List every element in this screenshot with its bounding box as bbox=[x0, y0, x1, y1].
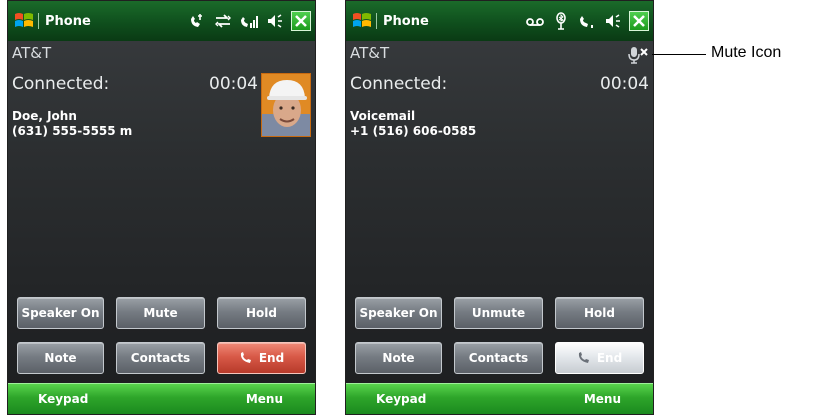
phone-icon bbox=[578, 352, 589, 363]
hold-button[interactable]: Hold bbox=[555, 297, 644, 329]
close-icon bbox=[633, 15, 645, 27]
contacts-button[interactable]: Contacts bbox=[454, 342, 543, 374]
speaker-on-button[interactable]: Speaker On bbox=[355, 297, 442, 329]
caller-number: +1 (516) 606-0585 bbox=[350, 124, 477, 138]
callout-leader-line bbox=[652, 54, 706, 55]
softkey-keypad[interactable]: Keypad bbox=[38, 392, 88, 406]
status-icons bbox=[187, 10, 311, 32]
windows-flag-icon[interactable] bbox=[351, 10, 373, 32]
title-bar: Phone bbox=[346, 1, 653, 41]
voicemail-icon bbox=[526, 18, 544, 26]
hold-button[interactable]: Hold bbox=[217, 297, 306, 329]
note-button[interactable]: Note bbox=[17, 342, 104, 374]
windows-flag-icon[interactable] bbox=[13, 10, 35, 32]
softkey-menu[interactable]: Menu bbox=[246, 392, 283, 406]
close-button[interactable] bbox=[629, 11, 649, 31]
softkey-bar: Keypad Menu bbox=[8, 383, 315, 414]
mute-icon-callout: Mute Icon bbox=[711, 44, 782, 61]
speaker-on-button[interactable]: Speaker On bbox=[17, 297, 104, 329]
note-button[interactable]: Note bbox=[355, 342, 442, 374]
signal-strength-icon bbox=[241, 16, 258, 28]
data-connection-icon bbox=[215, 14, 231, 28]
end-call-button[interactable]: End bbox=[555, 342, 644, 374]
unmute-button[interactable]: Unmute bbox=[454, 297, 543, 329]
call-status: Connected: bbox=[350, 74, 448, 94]
softkey-keypad[interactable]: Keypad bbox=[376, 392, 426, 406]
end-call-button[interactable]: End bbox=[217, 342, 306, 374]
call-timer: 00:04 bbox=[600, 74, 649, 94]
end-call-label: End bbox=[596, 351, 623, 365]
close-icon bbox=[295, 15, 307, 27]
title-bar: Phone bbox=[8, 1, 315, 41]
call-status: Connected: bbox=[12, 74, 110, 94]
call-timer: 00:04 bbox=[209, 74, 258, 94]
caller-name: Doe, John bbox=[12, 109, 77, 123]
call-indicator-icon bbox=[191, 14, 202, 27]
carrier-name: AT&T bbox=[12, 44, 52, 62]
close-button[interactable] bbox=[291, 11, 311, 31]
speaker-volume-icon bbox=[606, 14, 620, 28]
phone-screen-call-john: Phone AT&T Connected: 00:04 Doe, John (6… bbox=[7, 0, 316, 415]
signal-strength-icon bbox=[580, 16, 593, 28]
caller-name: Voicemail bbox=[350, 109, 416, 123]
carrier-name: AT&T bbox=[350, 44, 390, 62]
bluetooth-icon bbox=[556, 12, 566, 30]
app-title: Phone bbox=[383, 14, 429, 29]
contact-photo bbox=[261, 73, 311, 137]
status-icons bbox=[525, 10, 649, 32]
app-title: Phone bbox=[45, 14, 91, 29]
softkey-menu[interactable]: Menu bbox=[584, 392, 621, 406]
mute-icon bbox=[628, 47, 648, 64]
contacts-button[interactable]: Contacts bbox=[116, 342, 205, 374]
title-separator bbox=[38, 13, 39, 29]
softkey-bar: Keypad Menu bbox=[346, 383, 653, 414]
speaker-volume-icon bbox=[268, 14, 282, 28]
end-call-label: End bbox=[258, 351, 285, 365]
phone-screen-call-voicemail: Phone AT&T Connected: 00:04 Voicemail +1… bbox=[345, 0, 654, 415]
title-separator bbox=[376, 13, 377, 29]
mute-button[interactable]: Mute bbox=[116, 297, 205, 329]
phone-icon bbox=[240, 352, 251, 363]
caller-number: (631) 555-5555 m bbox=[12, 124, 133, 138]
